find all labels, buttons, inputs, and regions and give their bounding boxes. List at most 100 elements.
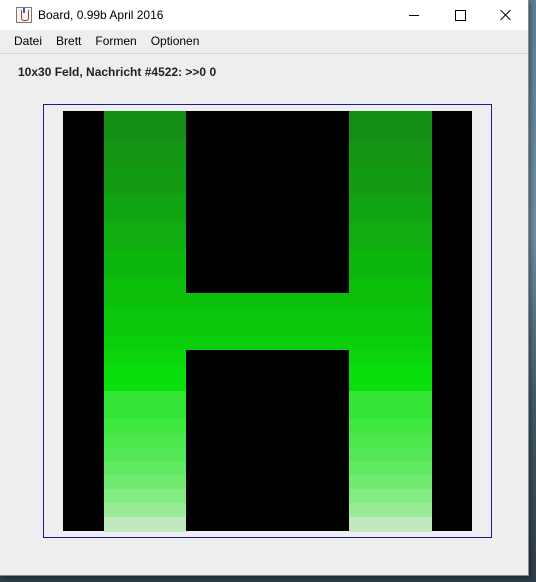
board-cell [349,111,391,126]
board-cell [185,321,228,336]
close-icon [499,9,511,21]
board-cell [144,433,187,448]
board-cell [390,349,432,364]
board-cell [144,391,187,406]
board-cell [103,433,146,448]
board-cell [390,461,432,476]
board-cell [103,251,146,266]
maximize-button[interactable] [437,0,483,30]
board-cell [349,377,391,392]
board-cell [144,503,187,518]
board-cell [103,265,146,280]
board-cell [349,181,391,196]
board-cell [390,321,432,336]
board-cell [390,139,432,154]
board-cell [103,405,146,420]
board-cell [390,363,432,378]
board-cell [349,503,391,518]
board-cell [144,223,187,238]
board-cell [144,447,187,462]
board-cell [144,363,187,378]
board-cell [390,447,432,462]
board-cell [103,139,146,154]
board-cell [185,307,228,322]
board-cell [349,433,391,448]
board-cell [349,349,391,364]
board-cell [390,209,432,224]
board-cell [226,321,268,336]
board-cell [349,209,391,224]
board-cell [349,363,391,378]
board-cell [349,489,391,504]
board-cell [144,377,187,392]
board-cell [144,167,187,182]
board-cell [349,195,391,210]
board-cell [144,279,187,294]
board-cell [144,489,187,504]
board-cell [185,335,228,350]
menu-datei[interactable]: Datei [0,30,49,53]
board-cell [103,111,146,126]
board-cell [185,293,228,308]
board-cell [349,153,391,168]
menu-bar: Datei Brett Formen Optionen [0,30,528,54]
board-cell [103,489,146,504]
board-cell [349,223,391,238]
board-cell [144,265,187,280]
board-cell [390,195,432,210]
board-cell [103,391,146,406]
board-cell [103,167,146,182]
board-cell [390,265,432,280]
board-cell [144,251,187,266]
title-bar[interactable]: Board, 0.99b April 2016 [0,0,528,30]
board-cell [390,503,432,518]
menu-brett[interactable]: Brett [49,30,88,53]
board-cell [103,349,146,364]
board-cell [390,181,432,196]
board-cell [144,321,187,336]
board-cell [144,419,187,434]
board-cell [390,237,432,252]
board-cell [390,377,432,392]
status-message: 10x30 Feld, Nachricht #4522: >>0 0 [18,65,217,79]
app-window: Board, 0.99b April 2016 Datei Brett Form… [0,0,529,576]
board-cell [226,335,268,350]
board-cell [390,251,432,266]
board-cell [267,307,309,322]
board-cell [349,419,391,434]
board-cell [349,125,391,140]
close-button[interactable] [482,0,528,30]
java-cup-icon[interactable] [16,7,32,23]
board-cell [390,153,432,168]
board-cell [144,293,187,308]
board-cell [144,111,187,126]
board-cell [267,321,309,336]
board-cell [390,111,432,126]
board-cell [103,279,146,294]
board-cell [144,153,187,168]
board-cell [349,265,391,280]
board-cell [103,223,146,238]
board-cell [308,293,350,308]
board-cell [308,307,350,322]
led-board[interactable] [63,111,472,532]
menu-formen[interactable]: Formen [88,30,143,53]
board-cell [103,447,146,462]
board-cell [103,237,146,252]
board-cell [390,489,432,504]
board-cell [349,391,391,406]
board-cell [390,279,432,294]
board-cell [349,321,391,336]
board-cell [103,377,146,392]
board-cell [103,517,146,532]
menu-optionen[interactable]: Optionen [144,30,207,53]
board-cell [349,447,391,462]
minimize-button[interactable] [391,0,437,30]
board-cell [144,461,187,476]
board-cell [103,419,146,434]
board-cell [103,307,146,322]
board-cell [390,405,432,420]
board-cell [144,517,187,532]
window-title: Board, 0.99b April 2016 [38,8,164,22]
board-cell [308,321,350,336]
